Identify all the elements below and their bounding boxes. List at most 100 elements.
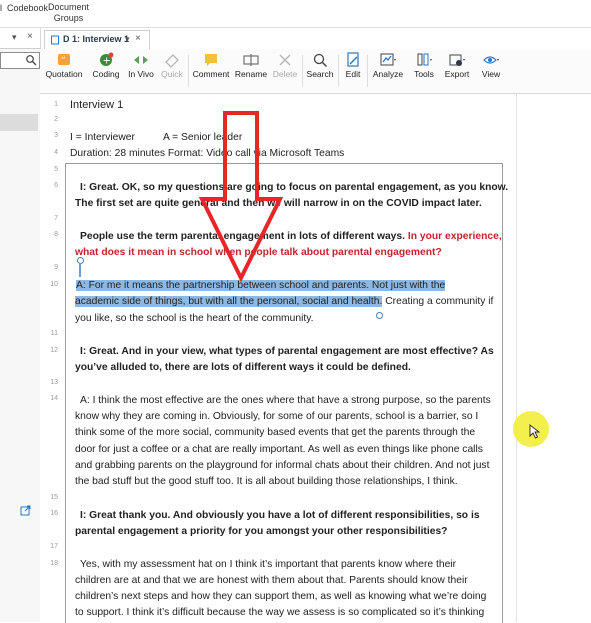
coding-icon: +	[97, 51, 115, 69]
quick-label: Quick	[161, 69, 183, 79]
paragraph-line: children are at and that we are honest w…	[75, 575, 468, 586]
paragraph-line: Yes, with my assessment hat on I think i…	[80, 559, 457, 570]
paragraph-line: The first set are quite general and then…	[75, 198, 482, 209]
paragraph-line: People use the term parental engagement …	[80, 228, 502, 245]
search-label: Search	[306, 69, 334, 79]
paragraph-line: I: Great. OK, so my questions are going …	[80, 182, 509, 193]
view-label: View	[481, 69, 501, 79]
quotation-icon: “	[55, 51, 73, 69]
tools-button[interactable]: Tools	[410, 51, 438, 79]
app-top-strip: l Codebook Document Groups	[0, 0, 591, 28]
search-icon	[26, 55, 37, 66]
paragraph-line: you’ve alluded to, there are lots of dif…	[75, 362, 411, 373]
delete-icon	[276, 51, 294, 69]
selection-start-bar	[79, 263, 81, 277]
quotation-label: Quotation	[45, 69, 83, 79]
ribbon-separator	[367, 55, 368, 87]
delete-label: Delete	[272, 69, 298, 79]
comment-label: Comment	[192, 69, 230, 79]
red-question-line: what does it mean in school when people …	[75, 247, 442, 258]
paragraph-line: know why they are coming in. Obviously, …	[75, 411, 479, 422]
quotation-line: A: For me it means the partnership betwe…	[76, 277, 446, 294]
highlighted-quotation[interactable]: academic side of things, but with all th…	[75, 296, 383, 307]
analyze-label: Analyze	[372, 69, 404, 79]
paragraph-line: I: Great. And in your view, what types o…	[80, 346, 494, 357]
mouse-pointer-icon	[529, 424, 541, 439]
document-ribbon: “ Quotation + Coding In Vivo Quick Comme…	[40, 49, 591, 94]
tab-close-icon[interactable]: ×	[135, 33, 141, 44]
prev-ribbon-marker: l	[0, 3, 2, 13]
tab-interview-1[interactable]: D 1: Interview 1 ▾ ×	[44, 30, 150, 51]
paragraph-line: and grabbing parents on the playground f…	[75, 460, 490, 471]
paragraph-line: to support. I think it’s difficult becau…	[75, 607, 485, 618]
in-vivo-icon	[132, 51, 150, 69]
comment-button[interactable]: Comment	[191, 51, 231, 79]
in-vivo-button[interactable]: In Vivo	[126, 51, 156, 79]
quotation-button[interactable]: “ Quotation	[44, 51, 84, 79]
quick-button[interactable]: Quick	[158, 51, 186, 79]
paragraph-line: children’s next steps and how they can s…	[75, 591, 487, 602]
edit-button[interactable]: Edit	[342, 51, 364, 79]
codebook-button[interactable]: Codebook	[7, 3, 48, 14]
delete-button[interactable]: Delete	[270, 51, 300, 79]
red-question-segment: In your experience,	[407, 231, 502, 242]
export-icon	[448, 51, 466, 69]
line-number: 16	[50, 510, 58, 517]
rename-label: Rename	[234, 69, 268, 79]
analyze-button[interactable]: Analyze	[370, 51, 406, 79]
line-number: 5	[54, 166, 58, 173]
paragraph-line: you like, so the school is the heart of …	[75, 313, 314, 324]
line-number: 4	[54, 149, 58, 156]
navigator-menu-icon[interactable]: ▾	[12, 32, 17, 43]
document-title: Interview 1	[70, 99, 124, 111]
paragraph-line: the bad stuff but the good stuff too. It…	[75, 476, 458, 487]
margin-area[interactable]	[517, 94, 591, 622]
comment-icon	[202, 51, 220, 69]
navigator-tab[interactable]: ▾ ×	[0, 28, 40, 49]
rename-button[interactable]: Rename	[234, 51, 268, 79]
line-number: 7	[54, 215, 58, 222]
navigator-selected-item[interactable]	[0, 114, 38, 131]
document-groups-button[interactable]: Document Groups	[48, 2, 89, 24]
paragraph-segment: Creating a community if	[382, 296, 494, 307]
line-number: 14	[50, 395, 58, 402]
svg-text:+: +	[103, 56, 111, 67]
edit-label: Edit	[345, 69, 361, 79]
line-number: 11	[50, 330, 58, 337]
tab-menu-icon[interactable]: ▾	[125, 34, 130, 45]
paragraph-segment: People use the term parental engagement …	[80, 231, 408, 242]
highlighted-quotation[interactable]: A: For me it means the partnership betwe…	[76, 280, 446, 291]
line-number: 2	[54, 116, 58, 123]
line-number: 15	[50, 494, 58, 501]
in-vivo-label: In Vivo	[128, 69, 154, 79]
external-link-icon[interactable]	[20, 505, 31, 516]
document-groups-label-1: Document	[48, 2, 90, 12]
coding-button[interactable]: + Coding	[88, 51, 124, 79]
export-label: Export	[444, 69, 470, 79]
tools-icon	[415, 51, 433, 69]
edit-icon	[344, 51, 362, 69]
coding-label: Coding	[92, 69, 120, 79]
line-number: 17	[50, 543, 58, 550]
selection-end-handle[interactable]	[376, 312, 383, 319]
line-number: 12	[50, 347, 58, 354]
quotation-line: academic side of things, but with all th…	[75, 293, 493, 310]
search-button[interactable]: Search	[304, 51, 336, 79]
navigator-search-input[interactable]	[0, 52, 40, 69]
line-number: 9	[54, 264, 58, 271]
paragraph-line: I: Great thank you. And obviously you ha…	[80, 510, 480, 521]
quick-code-icon	[163, 51, 181, 69]
document-groups-label-2: Groups	[53, 13, 84, 23]
navigator-close-icon[interactable]: ×	[27, 31, 33, 42]
paragraph-line: parental engagement a priority for you a…	[75, 526, 448, 537]
search-icon	[311, 51, 329, 69]
participant-legend: I = Interviewer A = Senior leader	[70, 132, 243, 143]
ribbon-separator	[338, 55, 339, 87]
export-button[interactable]: Export	[442, 51, 472, 79]
paragraph-line: door for just a coffee or a chat are rea…	[75, 444, 483, 455]
interview-duration: Duration: 28 minutes Format: Video call …	[70, 148, 345, 159]
navigator-pane: ▾ ×	[0, 28, 41, 622]
line-number: 6	[54, 182, 58, 189]
svg-text:“: “	[61, 56, 66, 66]
view-button[interactable]: View	[476, 51, 506, 79]
